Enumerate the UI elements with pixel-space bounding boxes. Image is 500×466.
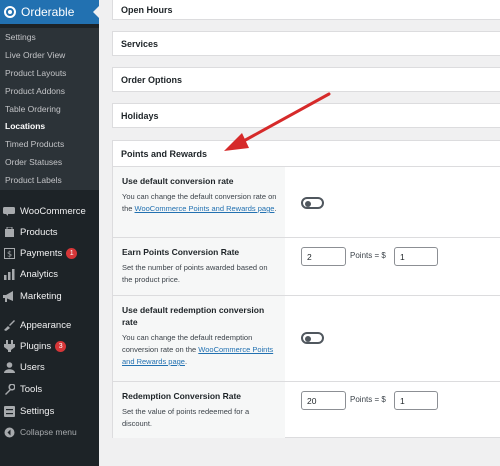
annotation-arrow-icon <box>224 92 331 151</box>
